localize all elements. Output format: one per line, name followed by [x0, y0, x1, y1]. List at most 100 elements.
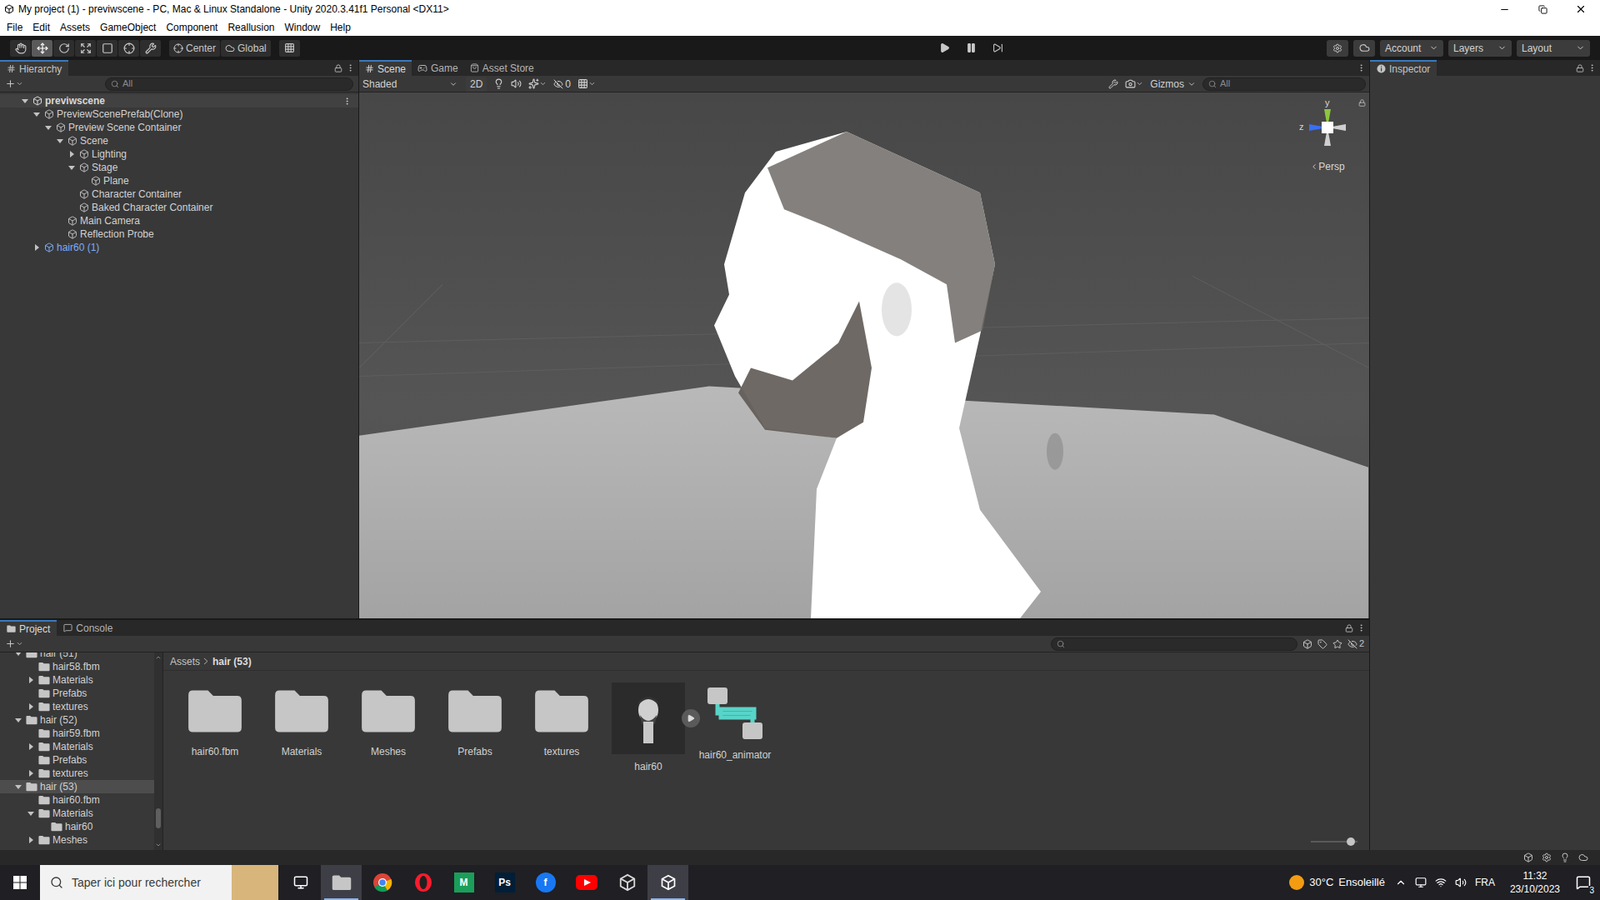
collapsed-arrow-icon[interactable]: [25, 768, 36, 779]
scene-tab[interactable]: Scene: [359, 60, 412, 76]
expanded-arrow-icon[interactable]: [43, 122, 54, 133]
2d-toggle[interactable]: 2D: [465, 76, 487, 92]
asset-tile[interactable]: textures: [518, 682, 605, 760]
expanded-arrow-icon[interactable]: [20, 95, 30, 106]
menu-item[interactable]: Window: [285, 20, 321, 35]
menu-item[interactable]: Component: [165, 20, 218, 35]
rect-tool-button[interactable]: [96, 40, 118, 57]
custom-tool-button[interactable]: [140, 40, 161, 57]
collapsed-arrow-icon[interactable]: [31, 242, 42, 253]
pause-button[interactable]: [959, 40, 985, 57]
zoom-slider-thumb[interactable]: [1346, 837, 1355, 846]
gizmo-lock-icon[interactable]: [1358, 99, 1366, 107]
breadcrumb-item[interactable]: hair (53): [212, 654, 252, 670]
hierarchy-row[interactable]: Plane: [0, 174, 359, 188]
rotate-tool-button[interactable]: [53, 40, 75, 57]
orientation-gizmo[interactable]: yzPersp: [1294, 97, 1361, 175]
layers-dropdown[interactable]: Layers: [1448, 40, 1512, 57]
meet-now-icon[interactable]: [1415, 876, 1427, 889]
lighting-toggle-icon[interactable]: [493, 78, 505, 90]
asset-tile[interactable]: hair60.fbm: [171, 682, 259, 760]
project-tree-row[interactable]: hair (52): [0, 713, 155, 727]
language-indicator[interactable]: FRA: [1475, 875, 1495, 890]
scale-tool-button[interactable]: [75, 40, 96, 57]
menu-icon[interactable]: [1587, 63, 1597, 73]
scrollbar-thumb[interactable]: [155, 808, 161, 829]
space-button[interactable]: Global: [220, 40, 271, 57]
cache-icon[interactable]: [1578, 852, 1589, 863]
camera-dropdown[interactable]: [1125, 78, 1144, 90]
account-dropdown[interactable]: Account: [1380, 40, 1444, 57]
project-tree-row[interactable]: hair58.fbm: [0, 660, 155, 674]
menu-icon[interactable]: [1356, 623, 1366, 633]
pivot-button[interactable]: Center: [169, 40, 220, 57]
hierarchy-row[interactable]: Stage: [0, 160, 359, 175]
asset-tile[interactable]: hair60_animator: [691, 682, 779, 763]
project-tree-row[interactable]: Materials: [0, 673, 155, 687]
menu-icon[interactable]: [345, 63, 355, 73]
project-tree-row[interactable]: Prefabs: [0, 753, 155, 767]
project-tree-row[interactable]: hair60.fbm: [0, 793, 155, 807]
network-icon[interactable]: [1435, 876, 1447, 889]
scene-tab[interactable]: Game: [411, 60, 465, 76]
project-tree-row[interactable]: textures: [0, 766, 155, 780]
volume-icon[interactable]: [1455, 876, 1467, 889]
minimize-button[interactable]: [1485, 0, 1524, 19]
hierarchy-row[interactable]: hair60 (1): [0, 240, 359, 255]
expanded-arrow-icon[interactable]: [55, 135, 65, 146]
layout-dropdown[interactable]: Layout: [1516, 40, 1590, 57]
menu-icon[interactable]: [1356, 63, 1366, 73]
collab-button[interactable]: [1326, 40, 1349, 57]
taskbar-search[interactable]: Taper ici pour rechercher: [40, 865, 279, 900]
taskbar-app[interactable]: Ps: [484, 865, 525, 900]
scroll-down-icon[interactable]: [155, 841, 162, 849]
audio-toggle-icon[interactable]: [510, 78, 522, 90]
taskbar-app[interactable]: [565, 865, 607, 900]
search-by-type-icon[interactable]: [1302, 639, 1313, 650]
project-tree-row[interactable]: hair60: [0, 820, 155, 834]
scene-tab[interactable]: Asset Store: [464, 60, 540, 76]
menu-item[interactable]: Reallusion: [227, 20, 275, 35]
asset-tile[interactable]: hair60: [605, 682, 692, 775]
expanded-arrow-icon[interactable]: [66, 162, 77, 173]
project-tree-row[interactable]: hair (53): [0, 780, 155, 794]
transform-tool-button[interactable]: [118, 40, 140, 57]
taskbar-app[interactable]: [361, 865, 403, 900]
scene-search[interactable]: All: [1202, 77, 1366, 91]
hierarchy-row[interactable]: Reflection Probe: [0, 227, 359, 241]
start-button[interactable]: [0, 865, 40, 900]
project-tree-row[interactable]: Meshes: [0, 833, 155, 847]
effects-dropdown[interactable]: [528, 78, 547, 90]
zoom-slider[interactable]: [1310, 837, 1358, 846]
shading-dropdown[interactable]: Shaded: [360, 76, 460, 92]
scene-header-row[interactable]: previwscene: [0, 94, 359, 108]
hidden-packages-toggle[interactable]: 2: [1347, 636, 1365, 651]
restore-button[interactable]: [1523, 0, 1562, 19]
hand-tool-button[interactable]: [10, 40, 31, 57]
hierarchy-row[interactable]: Character Container: [0, 187, 359, 201]
taskbar-app[interactable]: [280, 865, 321, 900]
move-tool-button[interactable]: [31, 40, 53, 57]
hierarchy-row[interactable]: Baked Character Container: [0, 200, 359, 215]
collapsed-arrow-icon[interactable]: [25, 675, 36, 685]
menu-item[interactable]: Help: [330, 20, 351, 35]
menu-item[interactable]: GameObject: [100, 20, 156, 35]
taskbar-app[interactable]: M: [443, 865, 485, 900]
notification-center[interactable]: 3: [1566, 865, 1600, 900]
menu-item[interactable]: Assets: [60, 20, 90, 35]
asset-tile[interactable]: Materials: [258, 682, 345, 760]
expanded-arrow-icon[interactable]: [13, 652, 24, 659]
lock-icon[interactable]: [334, 64, 343, 73]
scene-viewport[interactable]: yzPersp: [359, 92, 1370, 619]
project-tree-row[interactable]: hair (51): [0, 652, 155, 660]
weather-widget[interactable]: 30°CEnsoleillé: [1289, 874, 1395, 891]
tree-scrollbar[interactable]: [154, 652, 163, 850]
hierarchy-row[interactable]: Lighting: [0, 147, 359, 161]
hierarchy-row[interactable]: Main Camera: [0, 214, 359, 228]
asset-tile[interactable]: Meshes: [345, 682, 432, 760]
taskbar-app[interactable]: f: [525, 865, 566, 900]
hierarchy-tab[interactable]: Hierarchy: [0, 60, 69, 76]
expanded-arrow-icon[interactable]: [13, 715, 24, 725]
hierarchy-search[interactable]: All: [105, 77, 354, 91]
collapsed-arrow-icon[interactable]: [25, 741, 36, 752]
